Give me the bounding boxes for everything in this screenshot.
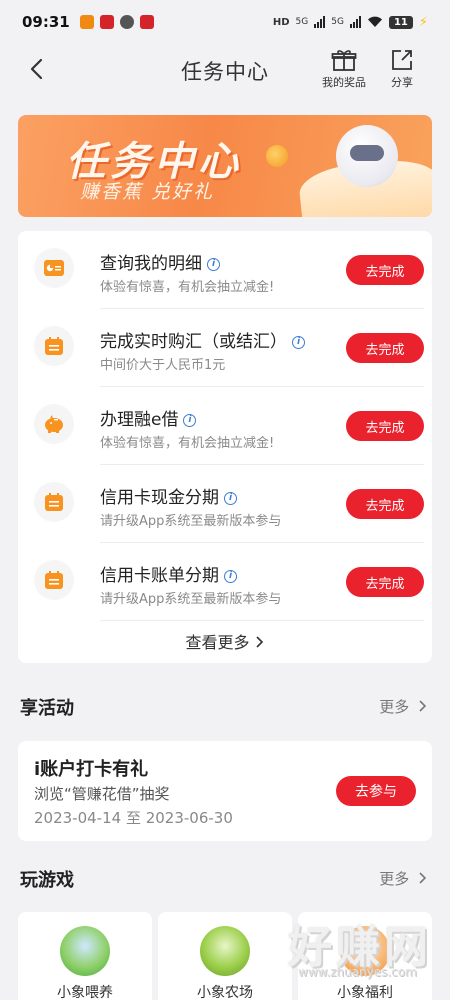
battery-icon: 11 — [388, 15, 413, 29]
nav-bar: 任务中心 我的奖品 分享 — [0, 44, 450, 96]
signal-icon-1 — [314, 16, 326, 28]
info-icon[interactable]: i — [183, 413, 197, 427]
task-row: 完成实时购汇（或结汇） i 中间价大于人民币1元 去完成 — [18, 309, 432, 387]
share-icon — [392, 50, 412, 70]
wifi-icon — [367, 16, 382, 27]
notification-icons — [79, 15, 154, 29]
share-button[interactable]: 分享 — [374, 48, 430, 90]
info-icon[interactable]: i — [224, 491, 237, 505]
task-row: 查询我的明细 i 体验有惊喜，有机会抽立减金! 去完成 — [18, 231, 432, 309]
piggy-bank-icon — [34, 404, 74, 444]
chevron-right-icon — [255, 636, 263, 648]
divider — [100, 620, 424, 621]
share-label: 分享 — [391, 76, 413, 89]
network-label-2: 5G — [331, 17, 344, 27]
coin-icon — [266, 145, 288, 167]
task-description: 中间价大于人民币1元 — [100, 358, 226, 373]
join-activity-button[interactable]: 去参与 — [336, 776, 416, 806]
game-label: 小象喂养 — [57, 985, 113, 1000]
see-more-link[interactable]: 查看更多 — [18, 629, 432, 653]
status-bar: 09:31 HD 5G 5G 11 ⚡ — [0, 0, 450, 44]
site-watermark: 好赚网 www.zhuanyes.com — [262, 905, 450, 1000]
task-row: 信用卡账单分期 i 请升级App系统至最新版本参与 去完成 — [18, 543, 432, 621]
gift-icon — [331, 50, 357, 71]
game-card[interactable]: 小象喂养 — [18, 912, 152, 1000]
elephant-farm-icon — [200, 926, 250, 976]
my-prizes-label: 我的奖品 — [322, 76, 366, 89]
banner-subtitle: 赚香蕉 兑好礼 — [80, 181, 215, 203]
chevron-right-icon — [419, 700, 427, 712]
activity-description: 浏览“管赚花借”抽奖 — [34, 785, 170, 803]
app-notification-icon — [79, 15, 94, 29]
task-title: 信用卡账单分期 i — [100, 561, 237, 586]
chat-notification-icon — [119, 15, 134, 29]
network-label-1: 5G — [295, 17, 309, 27]
task-description: 体验有惊喜，有机会抽立减金! — [100, 280, 275, 295]
info-icon[interactable]: i — [292, 335, 305, 349]
activity-title: i账户打卡有礼 — [34, 759, 149, 780]
task-complete-button[interactable]: 去完成 — [346, 411, 424, 441]
calendar-icon — [34, 560, 74, 600]
games-more-label: 更多 — [379, 870, 410, 888]
bank-notification-icon — [99, 15, 114, 29]
task-title: 办理融e借 i — [100, 405, 197, 430]
elephant-feeding-icon — [60, 926, 110, 976]
games-heading: 玩游戏 — [20, 870, 74, 891]
task-row: 信用卡现金分期 i 请升级App系统至最新版本参与 去完成 — [18, 465, 432, 543]
task-description: 请升级App系统至最新版本参与 — [100, 514, 282, 529]
chevron-right-icon — [419, 872, 427, 884]
my-prizes-button[interactable]: 我的奖品 — [316, 48, 372, 90]
watermark-url: www.zhuanyes.com — [298, 965, 417, 979]
task-complete-button[interactable]: 去完成 — [346, 489, 424, 519]
calendar-icon — [34, 326, 74, 366]
activities-heading: 享活动 — [20, 698, 74, 719]
task-description: 体验有惊喜，有机会抽立减金! — [100, 436, 275, 451]
task-complete-button[interactable]: 去完成 — [346, 333, 424, 363]
bank-notification-icon-2 — [139, 15, 154, 29]
chart-card-icon — [34, 248, 74, 288]
info-icon[interactable]: i — [224, 569, 237, 583]
task-description: 请升级App系统至最新版本参与 — [100, 592, 282, 607]
task-title: 信用卡现金分期 i — [100, 483, 237, 508]
activities-more-link[interactable]: 更多 — [379, 696, 428, 717]
calendar-icon — [34, 482, 74, 522]
status-indicators: HD 5G 5G 11 ⚡ — [273, 15, 428, 30]
info-icon[interactable]: i — [207, 257, 220, 271]
hd-icon: HD — [272, 16, 290, 28]
task-list-card: 查询我的明细 i 体验有惊喜，有机会抽立减金! 去完成 完成实时购汇（或结汇） i … — [18, 231, 432, 663]
charging-icon: ⚡ — [418, 14, 428, 30]
task-center-banner[interactable]: 任务中心 赚香蕉 兑好礼 — [18, 115, 432, 217]
activities-more-label: 更多 — [379, 698, 410, 716]
task-title: 完成实时购汇（或结汇） i — [100, 327, 305, 352]
see-more-label: 查看更多 — [185, 633, 250, 652]
activity-card[interactable]: i账户打卡有礼 浏览“管赚花借”抽奖 2023-04-14 至 2023-06-… — [18, 741, 432, 841]
task-complete-button[interactable]: 去完成 — [346, 567, 424, 597]
games-more-link[interactable]: 更多 — [379, 868, 428, 889]
task-complete-button[interactable]: 去完成 — [346, 255, 424, 285]
signal-icon-2 — [349, 16, 361, 28]
status-time: 09:31 — [22, 13, 70, 31]
activity-date-range: 2023-04-14 至 2023-06-30 — [34, 809, 233, 827]
task-title: 查询我的明细 i — [100, 249, 220, 274]
task-row: 办理融e借 i 体验有惊喜，有机会抽立减金! 去完成 — [18, 387, 432, 465]
robot-mascot-illustration — [336, 125, 398, 187]
